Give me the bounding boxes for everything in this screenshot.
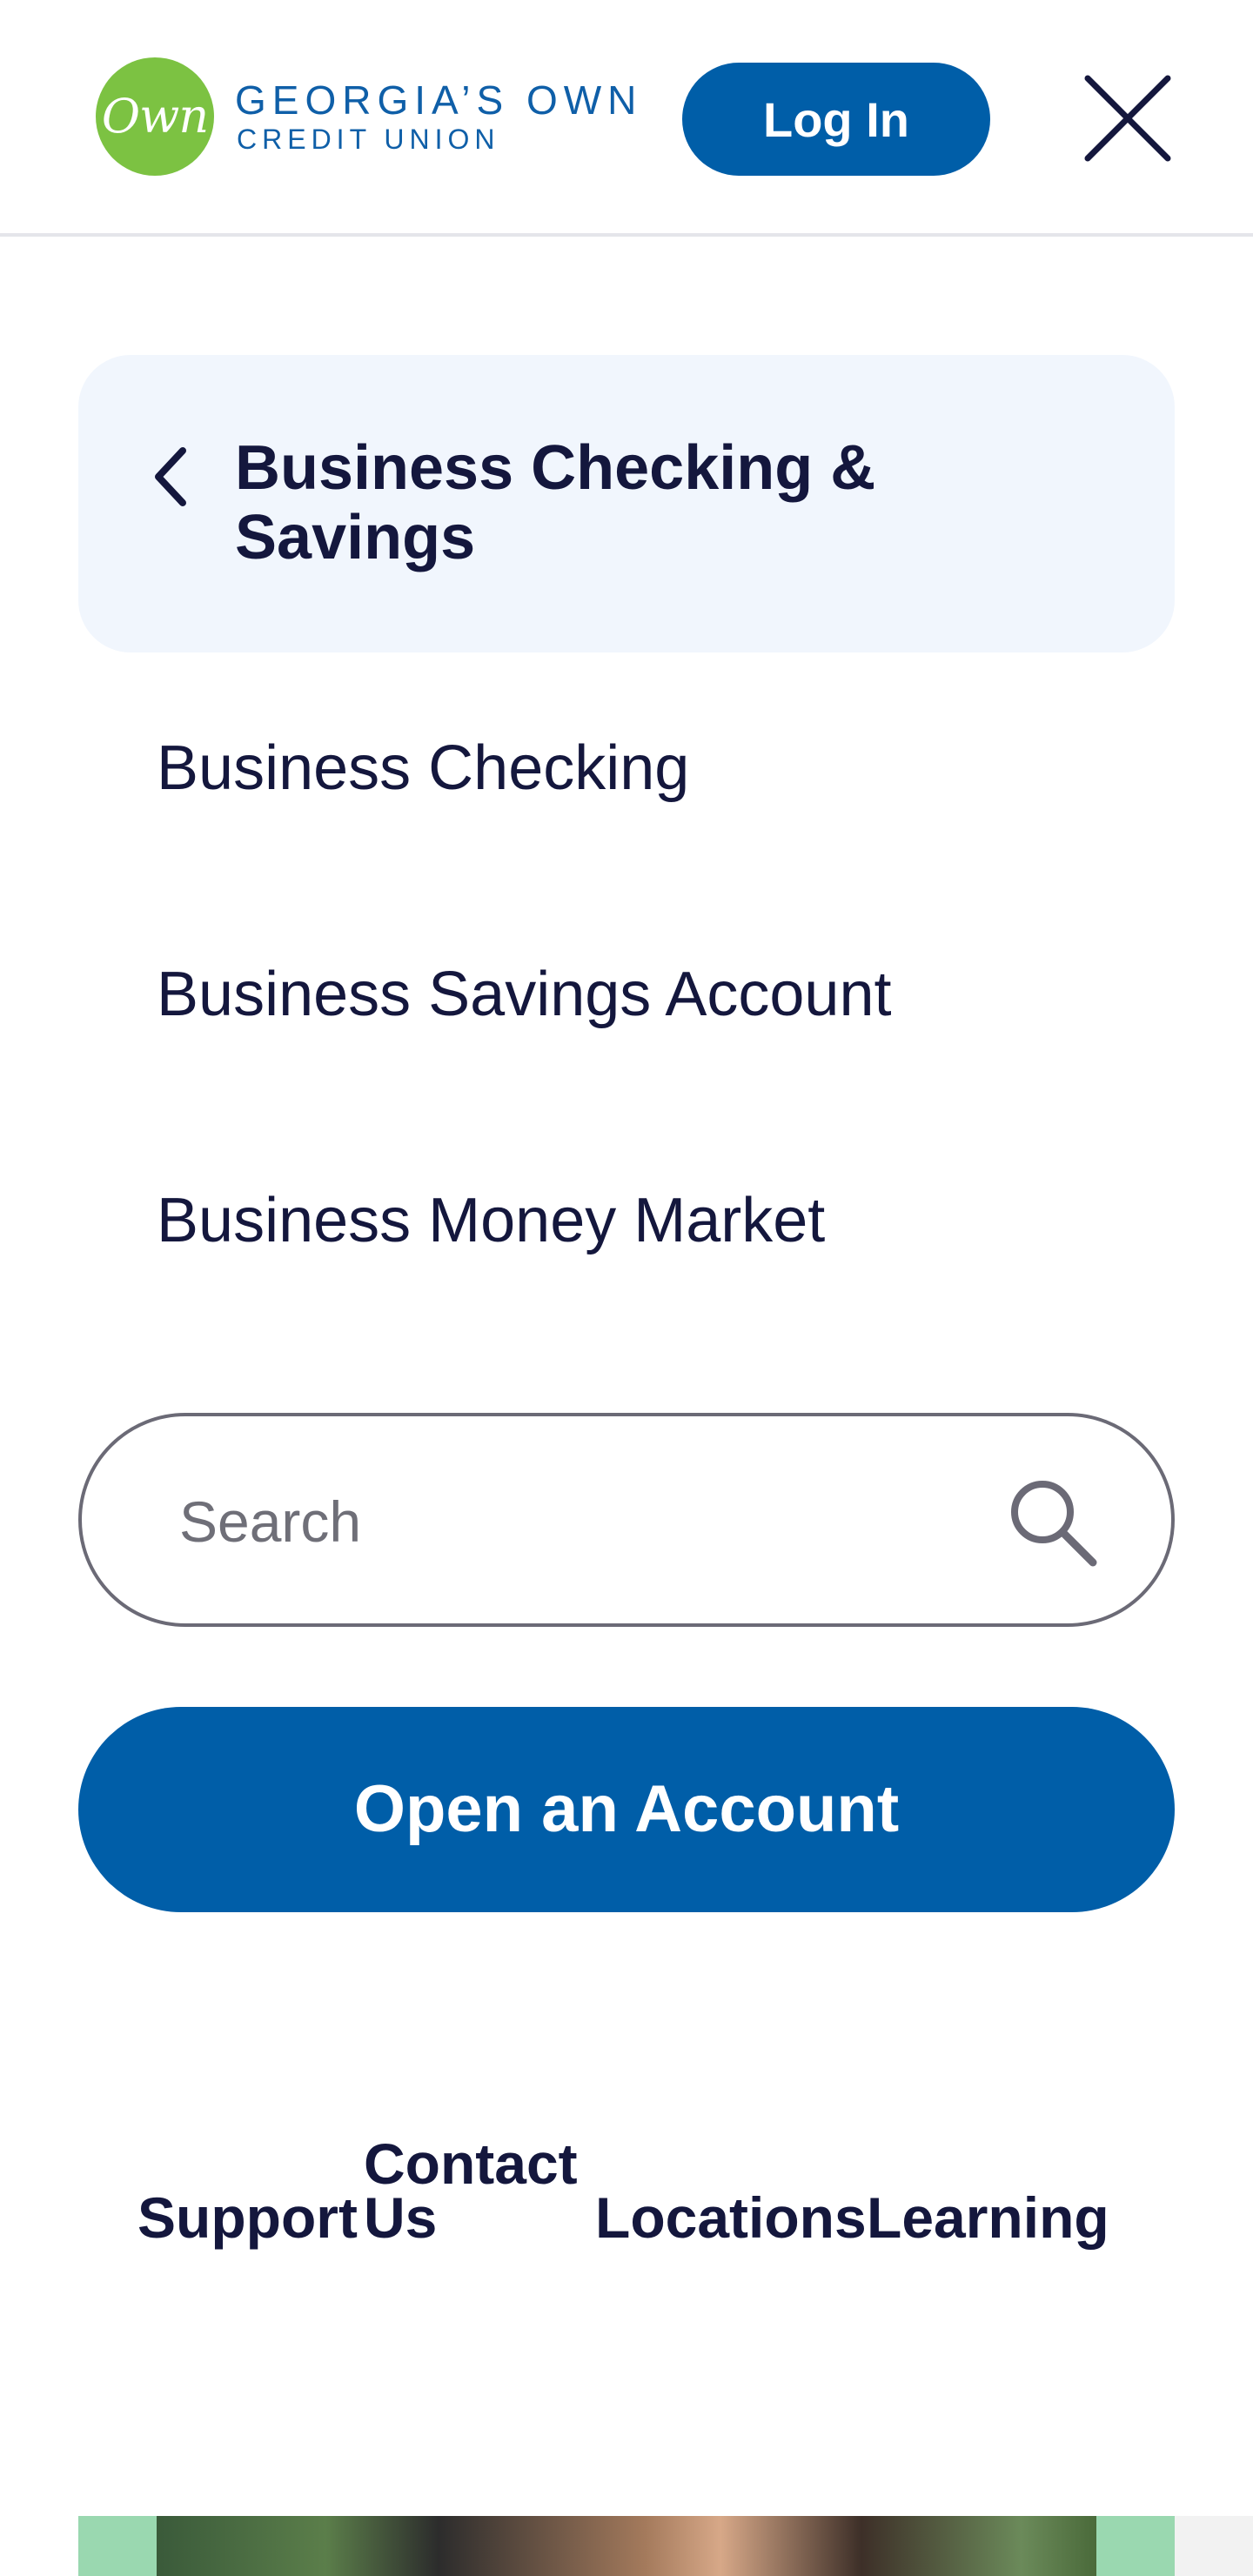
utility-link-locations[interactable]: Locations (595, 2189, 867, 2246)
logo-wordmark-line2: CREDIT UNION (237, 124, 500, 155)
logo-mark: Own (96, 57, 214, 176)
menu-item-business-checking[interactable]: Business Checking (157, 729, 689, 807)
contact-us-line2: Us (364, 2185, 438, 2250)
search-input[interactable] (178, 1469, 964, 1575)
menu-back-button[interactable]: Business Checking & Savings (78, 355, 1175, 652)
promo-photo (157, 2516, 1096, 2576)
menu-item-business-money-market[interactable]: Business Money Market (157, 1181, 825, 1260)
contact-us-line1: Contact (364, 2131, 578, 2196)
menu-item-business-savings-account[interactable]: Business Savings Account (157, 955, 892, 1034)
next-slide-peek (1175, 2516, 1253, 2576)
utility-link-contact-us[interactable]: Contact Us (364, 2131, 578, 2250)
logo-wordmark-line1: GEORGIA’S OWN (235, 77, 643, 123)
menu-section-title: Business Checking & Savings (235, 433, 876, 572)
site-header: Own GEORGIA’S OWN CREDIT UNION Log In (0, 0, 1253, 237)
close-menu-button[interactable] (1079, 70, 1176, 167)
close-icon (1084, 75, 1171, 162)
log-in-button[interactable]: Log In (682, 63, 990, 176)
search-icon[interactable] (1004, 1474, 1100, 1569)
search-box (78, 1413, 1175, 1627)
open-an-account-button[interactable]: Open an Account (78, 1707, 1175, 1912)
utility-link-learning[interactable]: Learning (867, 2189, 1109, 2246)
chevron-left-icon (155, 447, 186, 506)
utility-link-support[interactable]: Support (137, 2189, 358, 2246)
promo-banner (78, 2516, 1175, 2576)
georgias-own-logo[interactable]: Own GEORGIA’S OWN CREDIT UNION (96, 57, 653, 176)
